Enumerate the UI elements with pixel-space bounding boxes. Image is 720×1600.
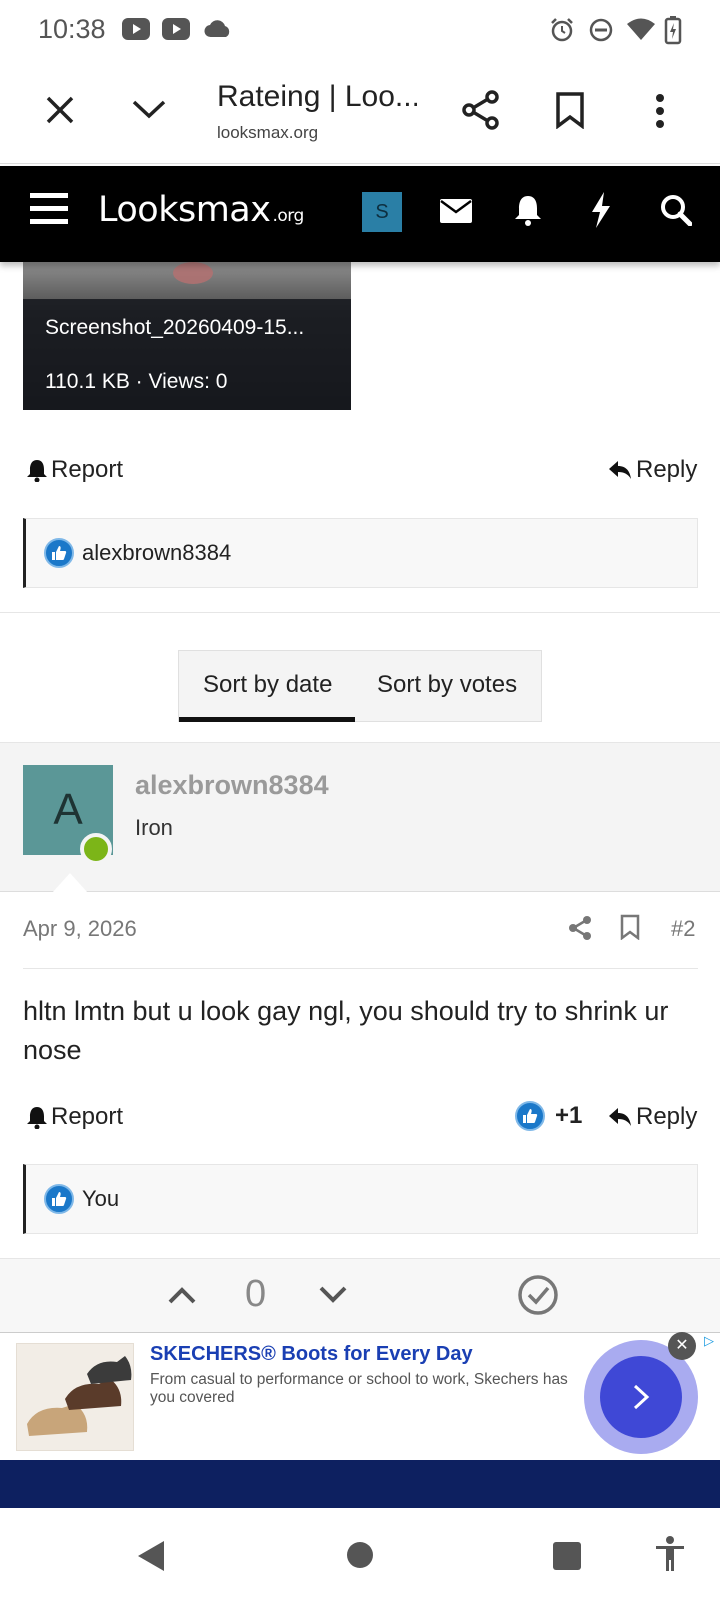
menu-icon[interactable] — [30, 192, 68, 226]
divider — [23, 968, 698, 969]
page-title: Rateing | Loo... — [217, 80, 417, 113]
alarm-icon — [551, 18, 573, 42]
divider — [0, 612, 720, 613]
share-icon[interactable] — [462, 90, 500, 130]
status-time: 10:38 — [38, 14, 106, 44]
adchoices-icon[interactable]: ▷ — [704, 1333, 714, 1349]
accessibility-icon[interactable] — [655, 1536, 685, 1572]
battery-icon — [664, 16, 682, 45]
report-label: Report — [51, 1103, 124, 1130]
chevron-down-icon[interactable] — [131, 98, 167, 120]
site-logo[interactable]: Looksmax .org — [98, 190, 304, 230]
reply-icon — [609, 1108, 631, 1126]
status-bar: 10:38 — [0, 0, 720, 60]
more-icon[interactable] — [654, 93, 666, 129]
ad-close-icon[interactable]: ✕ — [668, 1332, 696, 1360]
logo-suffix: .org — [272, 206, 304, 226]
site-navbar: Looksmax .org S — [0, 166, 720, 262]
browser-toolbar: Rateing | Loo... looksmax.org — [0, 60, 720, 164]
reply-button[interactable]: Reply — [608, 1103, 697, 1131]
chevron-right-icon — [633, 1384, 650, 1410]
search-icon[interactable] — [660, 194, 692, 226]
cloud-icon — [204, 20, 230, 38]
logo-text: Looksmax — [98, 190, 271, 230]
post-body: hltn lmtn but u look gay ngl, you should… — [23, 996, 669, 1065]
attachment-meta: 110.1 KB · Views: 0 — [45, 370, 228, 393]
reply-button[interactable]: Reply — [608, 456, 697, 484]
like-icon — [515, 1101, 545, 1131]
check-circle-icon[interactable] — [517, 1274, 559, 1316]
bookmark-icon[interactable] — [620, 914, 640, 940]
ad-banner[interactable]: SKECHERS® Boots for Every Day From casua… — [0, 1332, 720, 1460]
tab-sort-by-date[interactable]: Sort by date — [203, 671, 332, 699]
like-icon — [44, 538, 74, 568]
page-url: looksmax.org — [217, 123, 319, 142]
system-navigation-bar — [0, 1508, 720, 1600]
sort-tabs: Sort by date Sort by votes — [178, 650, 542, 722]
reaction-user[interactable]: alexbrown8384 — [82, 540, 231, 566]
bell-icon — [27, 1107, 47, 1129]
recents-icon[interactable] — [553, 1542, 581, 1570]
tab-sort-by-votes[interactable]: Sort by votes — [377, 671, 517, 699]
reply-icon — [609, 461, 631, 479]
user-avatar[interactable]: S — [362, 192, 402, 232]
user-block-notch — [52, 873, 88, 893]
do-not-disturb-icon — [589, 18, 613, 42]
user-rank: Iron — [135, 815, 173, 840]
youtube-icon — [162, 18, 190, 40]
bottom-site-strip — [0, 1460, 720, 1508]
share-icon[interactable] — [568, 915, 592, 941]
report-label: Report — [51, 456, 124, 483]
mail-icon[interactable] — [440, 199, 472, 223]
vote-bar: 0 — [0, 1258, 720, 1332]
reply-label: Reply — [636, 456, 698, 483]
attachment-filename: Screenshot_20260409-15... — [45, 316, 305, 339]
bell-icon — [27, 460, 47, 482]
post-number[interactable]: #2 — [671, 916, 695, 942]
reply-label: Reply — [636, 1103, 698, 1130]
downvote-icon[interactable] — [318, 1285, 348, 1305]
post-user-block: A alexbrown8384 Iron — [0, 742, 720, 893]
home-icon[interactable] — [346, 1541, 374, 1569]
active-tab-indicator — [179, 717, 355, 722]
wifi-icon — [627, 18, 655, 40]
online-indicator — [80, 833, 112, 865]
vote-score: 0 — [245, 1273, 267, 1315]
bell-icon[interactable] — [514, 194, 542, 226]
bookmark-icon[interactable] — [555, 91, 585, 129]
attachment-image — [173, 262, 213, 284]
reaction-count[interactable]: +1 — [515, 1101, 582, 1131]
upvote-icon[interactable] — [167, 1285, 197, 1305]
close-icon[interactable] — [45, 95, 75, 125]
post-date[interactable]: Apr 9, 2026 — [23, 916, 137, 942]
bolt-icon[interactable] — [590, 192, 612, 228]
reaction-user[interactable]: You — [82, 1186, 119, 1212]
back-icon[interactable] — [136, 1539, 166, 1573]
reactions-bar[interactable]: alexbrown8384 — [23, 518, 698, 588]
ad-cta-inner — [600, 1356, 682, 1438]
ad-image — [16, 1343, 134, 1451]
ad-headline[interactable]: SKECHERS® Boots for Every Day — [150, 1343, 473, 1366]
report-button[interactable]: Report — [27, 456, 123, 484]
like-icon — [44, 1184, 74, 1214]
reaction-count-label: +1 — [555, 1102, 583, 1129]
reactions-bar[interactable]: You — [23, 1164, 698, 1234]
report-button[interactable]: Report — [27, 1103, 123, 1131]
ad-description: From casual to performance or school to … — [150, 1371, 568, 1406]
youtube-icon — [122, 18, 150, 40]
attachment-thumbnail[interactable]: Screenshot_20260409-15... 110.1 KB · Vie… — [23, 262, 351, 410]
username[interactable]: alexbrown8384 — [135, 770, 329, 801]
